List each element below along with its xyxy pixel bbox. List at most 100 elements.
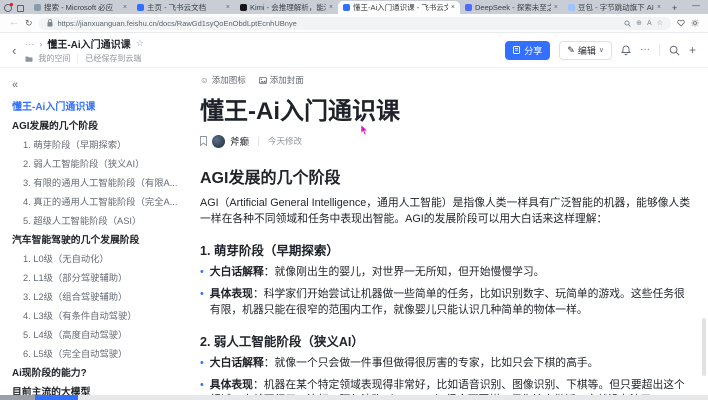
- outline-item[interactable]: 4. 真正的通用人工智能阶段（完全A...: [12, 191, 181, 210]
- bullet-text: ：机器在某个特定领域表现得非常好，比如语音识别、图像识别、下棋等。但只要超出这个…: [210, 378, 685, 395]
- doc-back-icon[interactable]: ‹: [12, 43, 16, 58]
- bullet-lead: 大白话解释: [209, 266, 264, 279]
- outline-item[interactable]: 1. L0级（无自动化）: [12, 248, 181, 267]
- collapse-sidebar-icon[interactable]: «: [12, 79, 181, 91]
- bookmark-icon[interactable]: [200, 136, 207, 146]
- video-progress-bar[interactable]: [0, 395, 708, 400]
- tab-close-icon[interactable]: ×: [226, 4, 230, 11]
- outline-item[interactable]: 5. 超级人工智能阶段（ASI）: [12, 210, 181, 229]
- workspace: « 懂王-Ai入门通识课 AGI发展的几个阶段 1. 萌芽阶段（早期探索） 2.…: [0, 69, 708, 395]
- doc-header-actions: 分享 ✎ 编辑 ∨ ··· +: [505, 40, 696, 60]
- chevron-down-icon: ∨: [598, 47, 604, 54]
- doc-heading-2[interactable]: 2. 弱人工智能阶段（狭义AI）: [200, 331, 692, 350]
- doc-meta: 斧癫 今天修改: [200, 134, 692, 148]
- edit-label: 编辑: [577, 45, 596, 56]
- doc-heading-1[interactable]: AGI发展的几个阶段: [200, 164, 692, 188]
- notifications-bell-icon[interactable]: [621, 45, 631, 56]
- add-cover-option[interactable]: 添加封面: [258, 74, 304, 86]
- mouse-cursor: [360, 124, 369, 136]
- image-icon: [258, 76, 267, 84]
- outline-item[interactable]: 6. L5级（完全自动驾驶）: [12, 343, 181, 362]
- tab-close-icon[interactable]: ×: [451, 4, 455, 11]
- doc-canvas: ☺ 添加图标 添加封面 懂王-Ai入门通识课 斧癫 今天修改 AGI发展的几个阶…: [185, 69, 708, 395]
- tab-close-icon[interactable]: ×: [123, 4, 127, 11]
- doc-header-left: ··· › 懂王-Ai入门通识课 ☆ 我的空间 │ 已经保存到云端: [25, 36, 143, 64]
- search-in-page-icon[interactable]: [624, 19, 631, 27]
- share-doc-icon: [513, 46, 521, 54]
- outline-item[interactable]: 4. L3级（有条件自动驾驶）: [12, 305, 181, 324]
- edit-button[interactable]: ✎ 编辑 ∨: [559, 40, 612, 60]
- doc-heading-2[interactable]: 1. 萌芽阶段（早期探索）: [200, 240, 692, 259]
- feishu-doc-favicon: [343, 4, 350, 11]
- tab-actions-menu-icon[interactable]: [17, 5, 24, 12]
- favorite-star-icon[interactable]: ☆: [657, 20, 663, 27]
- tab-label: 懂王-Ai入门通识课 - 飞书云文档: [353, 3, 448, 12]
- outline-item[interactable]: 5. L4级（高度自动驾驶）: [12, 324, 181, 343]
- outline-item-heading[interactable]: Ai现阶段的能力?: [12, 362, 181, 381]
- favorite-doc-star-icon[interactable]: ☆: [136, 38, 144, 49]
- more-actions-icon[interactable]: ···: [640, 45, 650, 55]
- doc-bullet[interactable]: • 具体表现：科学家们开始尝试让机器做一些简单的任务，比如识别数字、玩简单的游戏…: [200, 287, 692, 318]
- doc-bullet[interactable]: • 具体表现：机器在某个特定领域表现得非常好，比如语音识别、图像识别、下棋等。但…: [200, 378, 692, 395]
- bullet-text: ：就像一个只会做一件事但做得很厉害的专家，比如只会下棋的高手。: [263, 357, 599, 370]
- browser-tab-doubao[interactable]: 豆包 - 字节跳动旗下 AI 智能助手 ×: [563, 1, 666, 14]
- outline-item[interactable]: 1. 萌芽阶段（早期探索）: [12, 134, 181, 153]
- doc-bullet[interactable]: • 大白话解释：就像一个只会做一件事但做得很厉害的专家，比如只会下棋的高手。: [200, 356, 692, 372]
- new-tab-button[interactable]: +: [666, 3, 683, 14]
- doc-header: ‹ ··· › 懂王-Ai入门通识课 ☆ 我的空间 │ 已经保存到云端 分享 ✎: [0, 33, 708, 68]
- pencil-icon: ✎: [567, 44, 575, 55]
- address-bar: ← ↻ https://jianxuanguan.feishu.cn/docs/…: [0, 14, 708, 33]
- tab-close-icon[interactable]: ×: [329, 4, 333, 11]
- author-avatar[interactable]: [212, 134, 225, 148]
- outline-item-heading[interactable]: 汽车智能驾驶的几个发展阶段: [12, 229, 181, 248]
- space-name[interactable]: 我的空间: [38, 53, 70, 64]
- browser-tab-current-doc[interactable]: 懂王-Ai入门通识课 - 飞书云文档 ×: [338, 1, 460, 14]
- tab-label: Kimi - 会推理解析，能深度思考...: [250, 3, 326, 12]
- outline-item[interactable]: 3. 有限的通用人工智能阶段（有限A...: [12, 172, 181, 191]
- share-button[interactable]: 分享: [505, 40, 551, 60]
- video-progress-fill: [35, 395, 78, 400]
- doc-paragraph[interactable]: AGI（Artificial General Intelligence，通用人工…: [200, 196, 692, 227]
- bing-favicon: [34, 4, 41, 11]
- modified-time: 今天修改: [268, 136, 303, 146]
- bullet-lead: 大白话解释: [209, 357, 264, 370]
- author-name[interactable]: 斧癫: [230, 134, 249, 148]
- notification-dot: [10, 3, 13, 6]
- tab-close-icon[interactable]: ×: [554, 4, 558, 11]
- browser-tab-kimi[interactable]: Kimi - 会推理解析，能深度思考... ×: [235, 1, 338, 14]
- outline-item[interactable]: 2. L1级（部分驾驶辅助）: [12, 267, 181, 286]
- url-field[interactable]: https://jianxuanguan.feishu.cn/docs/RawG…: [38, 16, 671, 30]
- create-new-icon[interactable]: +: [689, 44, 696, 56]
- scrollbar[interactable]: [702, 318, 706, 376]
- browser-tab-bing[interactable]: 搜索 - Microsoft 必应 ×: [29, 1, 132, 14]
- refresh-icon[interactable]: ↻: [25, 18, 33, 28]
- tab-close-icon[interactable]: ×: [657, 4, 661, 11]
- outline-item-heading[interactable]: AGI发展的几个阶段: [12, 115, 181, 134]
- read-aloud-icon[interactable]: A: [647, 20, 652, 27]
- deepseek-favicon: [465, 4, 472, 11]
- browser-tab-feishu-home[interactable]: 主页 - 飞书云文档 ×: [132, 1, 235, 14]
- search-icon[interactable]: [669, 45, 680, 56]
- kimi-favicon: [240, 4, 247, 11]
- video-progress-buffer: [0, 395, 35, 400]
- outline-item[interactable]: 3. L2级（组合驾驶辅助）: [12, 286, 181, 305]
- browser-tab-deepseek[interactable]: DeepSeek - 探索未至之境 ×: [460, 1, 563, 14]
- outline-item[interactable]: 2. 弱人工智能阶段（狭义AI）: [12, 153, 181, 172]
- doc-bullet[interactable]: • 大白话解释：就像刚出生的婴儿，对世界一无所知，但开始慢慢学习。: [200, 265, 692, 281]
- breadcrumb-more[interactable]: ···: [25, 39, 34, 49]
- tab-label: 搜索 - Microsoft 必应: [44, 3, 114, 12]
- translate-icon[interactable]: ⊕: [636, 20, 642, 27]
- add-icon-option[interactable]: ☺ 添加图标: [200, 74, 246, 86]
- breadcrumb-separator-icon: ›: [39, 38, 43, 49]
- browser-back-icon[interactable]: ←: [9, 18, 19, 28]
- window-minimize-button[interactable]: —: [692, 0, 700, 12]
- tab-label: 主页 - 飞书云文档: [147, 3, 207, 12]
- doc-header-title: 懂王-Ai入门通识课: [47, 40, 131, 51]
- settings-icon[interactable]: [691, 19, 699, 27]
- bullet-lead: 具体表现: [209, 378, 253, 391]
- outline-item-heading[interactable]: 目前主流的大模型: [12, 381, 181, 396]
- doc-title[interactable]: 懂王-Ai入门通识课: [200, 91, 692, 126]
- outline-item-doc-title[interactable]: 懂王-Ai入门通识课: [12, 96, 181, 115]
- browser-profile-icon[interactable]: [4, 3, 13, 12]
- browser-essentials-icon[interactable]: [677, 19, 685, 27]
